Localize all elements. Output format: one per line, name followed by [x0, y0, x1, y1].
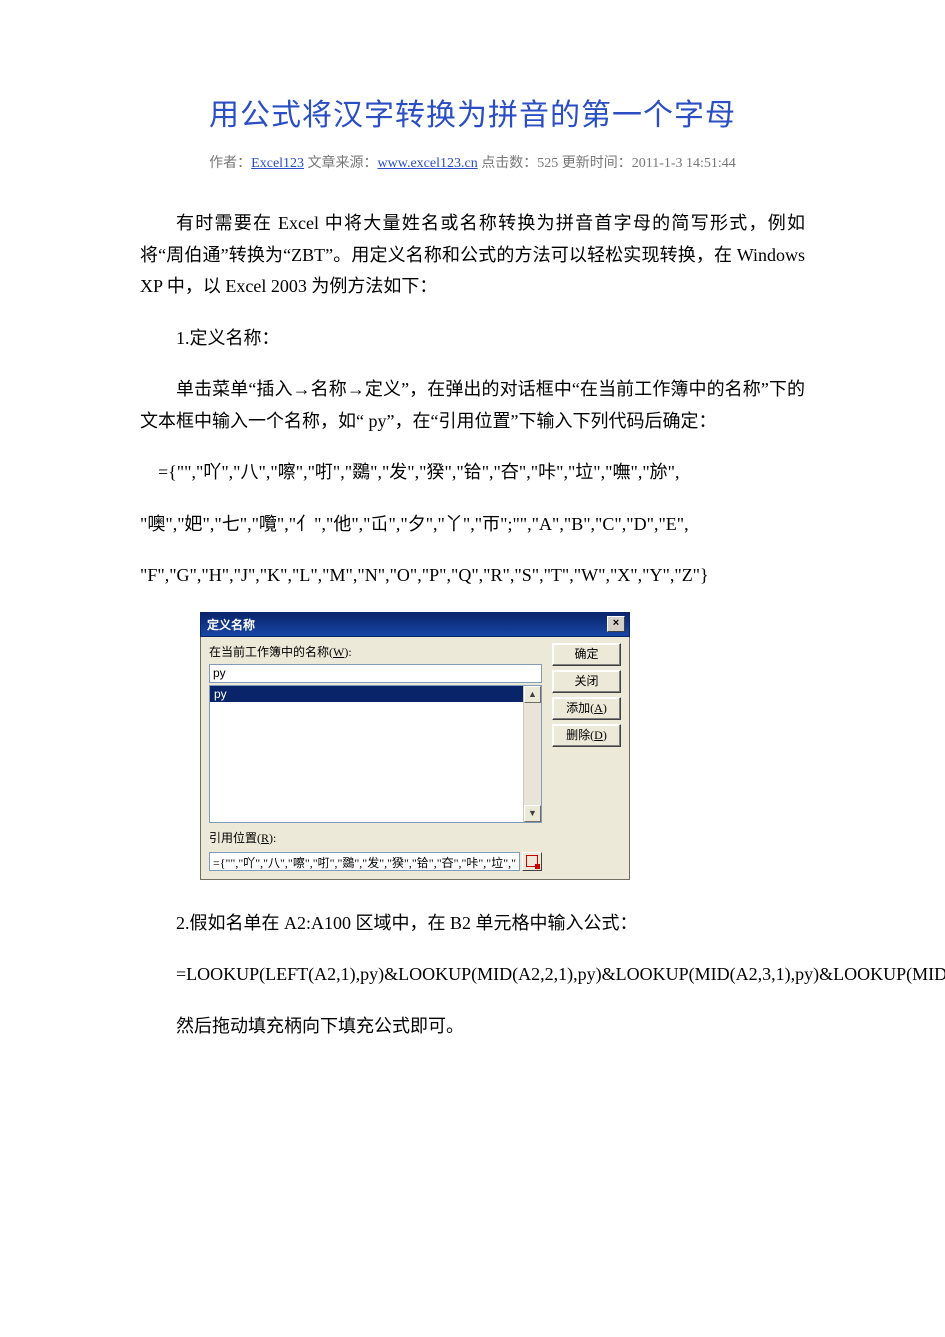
names-listbox-inner: py — [210, 686, 523, 822]
update-label: 更新时间： — [558, 156, 632, 171]
hits-value: 525 — [537, 156, 558, 171]
code-line-3: "F","G","H","J","K","L","M","N","O","P",… — [140, 560, 805, 592]
document-page: 用公式将汉字转换为拼音的第一个字母 作者：Excel123 文章来源：www.e… — [0, 0, 945, 1337]
code-line-2: "噢","妑","七","囕","亻","他","屲","夕","丫","帀";… — [140, 509, 805, 541]
update-value: 2011-1-3 14:51:44 — [632, 156, 736, 171]
source-link[interactable]: www.excel123.cn — [378, 156, 478, 171]
scroll-up-icon[interactable]: ▲ — [524, 686, 541, 703]
range-picker-icon — [526, 855, 538, 867]
source-label: 文章来源： — [304, 156, 378, 171]
names-label-suffix: ): — [344, 645, 351, 659]
define-name-dialog-screenshot: 定义名称 × 在当前工作簿中的名称(W): py — [200, 612, 805, 880]
add-btn-accelerator: A — [594, 701, 603, 715]
close-icon[interactable]: × — [607, 616, 625, 632]
hits-label: 点击数： — [478, 156, 538, 171]
add-btn-prefix: 添加( — [566, 701, 594, 715]
author-label: 作者： — [209, 156, 251, 171]
names-listbox[interactable]: py ▲ ▼ — [209, 685, 542, 823]
close-button[interactable]: 关闭 — [552, 670, 621, 693]
refers-to-input[interactable]: ={"","吖","八","嚓","咑","鵽","发","猤","铪","夻"… — [209, 852, 520, 871]
author-link[interactable]: Excel123 — [251, 156, 304, 171]
ref-label-accelerator: R — [261, 831, 269, 845]
dialog-titlebar: 定义名称 × — [200, 612, 630, 637]
range-picker-button[interactable] — [522, 852, 542, 871]
intro-paragraph: 有时需要在 Excel 中将大量姓名或名称转换为拼音首字母的简写形式，例如将“周… — [140, 208, 805, 303]
code-line-1: ={"","吖","八","嚓","咑","鵽","发","猤","铪","夻"… — [140, 457, 805, 489]
names-in-workbook-label: 在当前工作簿中的名称(W): — [209, 643, 542, 660]
del-btn-suffix: ) — [603, 728, 607, 742]
name-input[interactable] — [209, 664, 542, 683]
add-btn-suffix: ) — [603, 701, 607, 715]
article-title: 用公式将汉字转换为拼音的第一个字母 — [140, 90, 805, 134]
ref-label-suffix: ): — [269, 831, 276, 845]
del-btn-accelerator: D — [594, 728, 603, 742]
ref-label-prefix: 引用位置( — [209, 831, 261, 845]
ok-button[interactable]: 确定 — [552, 643, 621, 666]
step1-heading: 1.定义名称： — [140, 323, 805, 355]
define-name-dialog: 定义名称 × 在当前工作簿中的名称(W): py — [200, 612, 630, 880]
list-item-selected[interactable]: py — [210, 686, 523, 702]
step2-formula: =LOOKUP(LEFT(A2,1),py)&LOOKUP(MID(A2,2,1… — [140, 959, 805, 991]
delete-button[interactable]: 删除(D) — [552, 724, 621, 747]
listbox-scrollbar[interactable]: ▲ ▼ — [523, 686, 541, 822]
names-label-accelerator: W — [333, 645, 344, 659]
step2-heading: 2.假如名单在 A2:A100 区域中，在 B2 单元格中输入公式： — [140, 908, 805, 940]
names-label-prefix: 在当前工作簿中的名称( — [209, 645, 333, 659]
dialog-body: 在当前工作簿中的名称(W): py ▲ ▼ — [200, 637, 630, 880]
add-button[interactable]: 添加(A) — [552, 697, 621, 720]
article-meta: 作者：Excel123 文章来源：www.excel123.cn 点击数：525… — [140, 152, 805, 172]
del-btn-prefix: 删除( — [566, 728, 594, 742]
step1-body: 单击菜单“插入→名称→定义”，在弹出的对话框中“在当前工作簿中的名称”下的文本框… — [140, 374, 805, 437]
scroll-down-icon[interactable]: ▼ — [524, 805, 541, 822]
dialog-title-text: 定义名称 — [207, 616, 255, 633]
refers-to-label: 引用位置(R): — [209, 829, 542, 846]
step2-tail: 然后拖动填充柄向下填充公式即可。 — [140, 1011, 805, 1043]
